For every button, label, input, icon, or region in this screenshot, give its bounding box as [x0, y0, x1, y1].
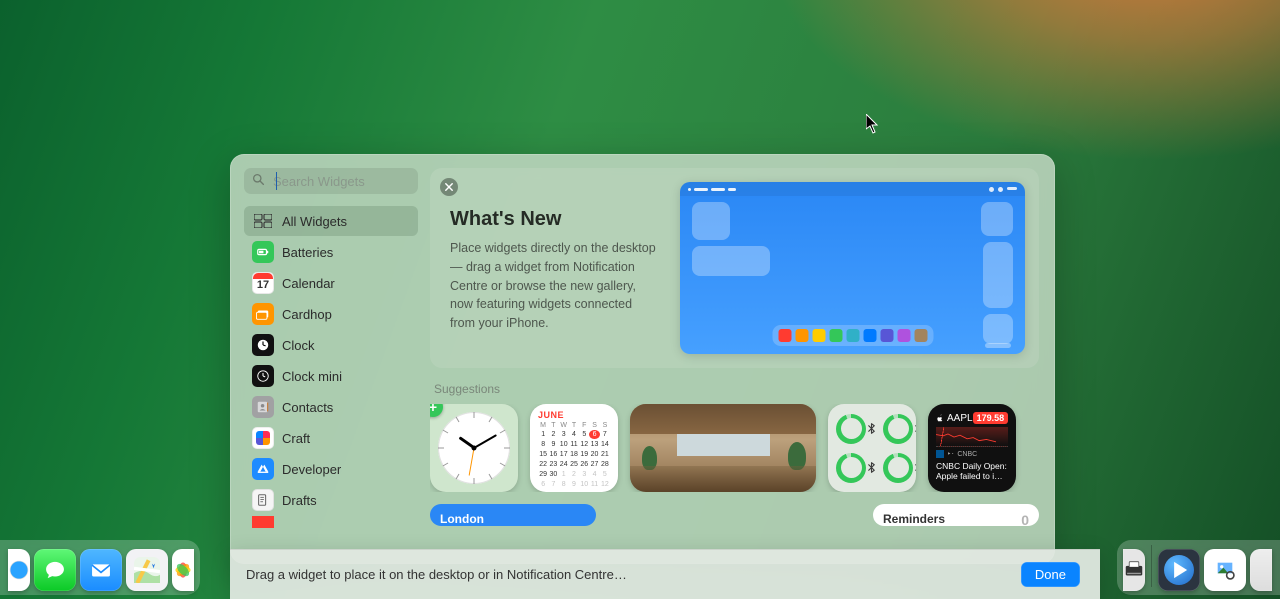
- sidebar-item-cardhop[interactable]: Cardhop: [244, 299, 418, 329]
- suggested-widgets-row: + JUNE MTWTFSS 1234567891011121314151617…: [430, 404, 1039, 492]
- sidebar-item-contacts[interactable]: Contacts: [244, 392, 418, 422]
- dock-app-preview[interactable]: [1204, 549, 1246, 591]
- reminders-widget[interactable]: Reminders 0: [873, 504, 1039, 526]
- dock-app-maps[interactable]: [126, 549, 168, 591]
- sidebar-item-all-widgets[interactable]: All Widgets: [244, 206, 418, 236]
- drafts-icon: [252, 489, 274, 511]
- stock-news-source: CNBC: [957, 451, 977, 458]
- photos-widget[interactable]: [630, 404, 816, 492]
- calendar-month-label: JUNE: [538, 410, 610, 420]
- widget-gallery-sidebar: All Widgets Batteries 17 Calendar Cardho…: [230, 154, 430, 564]
- widget-category-list: All Widgets Batteries 17 Calendar Cardho…: [244, 206, 418, 528]
- text-caret: [276, 172, 277, 190]
- dock-app[interactable]: [1123, 549, 1145, 591]
- dock-separator: [1151, 545, 1152, 587]
- dock: [0, 540, 200, 595]
- sidebar-item-label: Developer: [282, 462, 341, 477]
- sidebar-item-label: Contacts: [282, 400, 333, 415]
- calendar-icon: 17: [252, 272, 274, 294]
- dock-app-mail[interactable]: [80, 549, 122, 591]
- dock-app-photos[interactable]: [172, 549, 194, 591]
- sidebar-item-label: Clock: [282, 338, 315, 353]
- sidebar-item-label: Craft: [282, 431, 310, 446]
- sidebar-item-batteries[interactable]: Batteries: [244, 237, 418, 267]
- batteries-icon: [252, 241, 274, 263]
- sidebar-item-label: Calendar: [282, 276, 335, 291]
- stock-symbol: AAPL: [947, 413, 973, 424]
- clock-mini-icon: [252, 365, 274, 387]
- whats-new-title: What's New: [450, 208, 660, 231]
- bottom-hint: Drag a widget to place it on the desktop…: [246, 567, 627, 582]
- clock-widget[interactable]: +: [430, 404, 518, 492]
- sidebar-item-developer[interactable]: Developer: [244, 454, 418, 484]
- sidebar-item-label: Cardhop: [282, 307, 332, 322]
- dock-app[interactable]: [1250, 549, 1272, 591]
- all-widgets-icon: [252, 210, 274, 232]
- developer-icon: [252, 458, 274, 480]
- whats-new-preview: [680, 182, 1025, 354]
- dock-app-safari[interactable]: [8, 549, 30, 591]
- batteries-widget[interactable]: [828, 404, 916, 492]
- sidebar-item-clock[interactable]: Clock: [244, 330, 418, 360]
- stocks-widget[interactable]: AAPL 179.58 ‣⋅CNBC CNBC Daily Open: Appl…: [928, 404, 1016, 492]
- sidebar-item-drafts[interactable]: Drafts: [244, 485, 418, 515]
- stock-price: 179.58: [973, 412, 1009, 424]
- sidebar-item-partial[interactable]: [244, 516, 418, 528]
- suggestions-label: Suggestions: [434, 382, 1039, 396]
- search-icon: [252, 173, 265, 189]
- contacts-icon: [252, 396, 274, 418]
- bluetooth-icon: [866, 462, 877, 473]
- dock-app-quicktime[interactable]: [1158, 549, 1200, 591]
- bluetooth-icon: [866, 423, 877, 434]
- clock-face-icon: [438, 412, 510, 484]
- apple-logo-icon: [936, 414, 944, 422]
- sidebar-item-label: Clock mini: [282, 369, 342, 384]
- stock-news-headline: CNBC Daily Open: Apple failed to i…: [936, 461, 1008, 481]
- bluetooth-icon: [913, 462, 916, 473]
- close-button[interactable]: [440, 178, 458, 196]
- craft-icon: [252, 427, 274, 449]
- reminders-count: 0: [1021, 512, 1029, 518]
- sidebar-item-clock-mini[interactable]: Clock mini: [244, 361, 418, 391]
- sidebar-item-craft[interactable]: Craft: [244, 423, 418, 453]
- bluetooth-icon: [913, 423, 916, 434]
- app-icon: [252, 516, 274, 528]
- widget-gallery-main: What's New Place widgets directly on the…: [430, 154, 1055, 564]
- whats-new-body: Place widgets directly on the desktop — …: [450, 239, 660, 333]
- weather-city: London: [440, 512, 586, 526]
- sidebar-item-label: Drafts: [282, 493, 317, 508]
- bottom-bar: Drag a widget to place it on the desktop…: [230, 549, 1100, 599]
- done-button[interactable]: Done: [1021, 562, 1080, 587]
- search-input[interactable]: [271, 173, 451, 190]
- sidebar-item-label: All Widgets: [282, 214, 347, 229]
- whats-new-card: What's New Place widgets directly on the…: [430, 168, 1039, 368]
- calendar-widget[interactable]: JUNE MTWTFSS 123456789101112131415161718…: [530, 404, 618, 492]
- reminders-title: Reminders: [883, 512, 945, 518]
- sidebar-item-calendar[interactable]: 17 Calendar: [244, 268, 418, 298]
- search-field[interactable]: [244, 168, 418, 194]
- dock: [1117, 540, 1280, 595]
- clock-icon: [252, 334, 274, 356]
- widget-gallery-popover: All Widgets Batteries 17 Calendar Cardho…: [230, 154, 1055, 564]
- mouse-cursor: [866, 114, 880, 134]
- dock-app-messages[interactable]: [34, 549, 76, 591]
- cardhop-icon: [252, 303, 274, 325]
- sidebar-item-label: Batteries: [282, 245, 333, 260]
- weather-widget[interactable]: London: [430, 504, 596, 526]
